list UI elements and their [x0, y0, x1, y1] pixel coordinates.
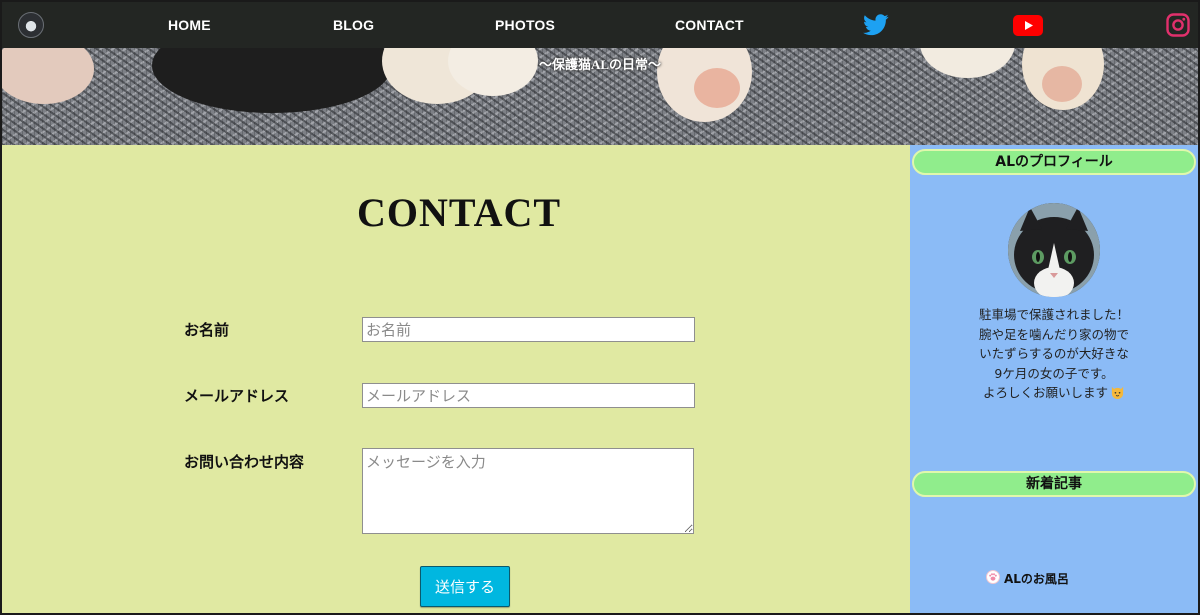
page-title: CONTACT [356, 190, 562, 235]
twitter-icon[interactable] [863, 14, 889, 40]
site-subtitle: 〜保護猫ALの日常〜 [538, 57, 662, 72]
profile-line: 駐車場で保護されました！ [978, 307, 1129, 322]
submit-button[interactable]: 送信する [420, 566, 510, 607]
header-banner-image: 〜保護猫ALの日常〜 [2, 48, 1198, 145]
instagram-icon[interactable] [1166, 13, 1190, 41]
page: HOME BLOG PHOTOS CONTACT 〜保護猫ALの日常〜 CONT… [0, 0, 1200, 615]
nav-photos-link[interactable]: PHOTOS [495, 17, 555, 33]
recent-post-link[interactable]: ALのお風呂 [986, 570, 1069, 587]
message-textarea[interactable] [362, 448, 694, 534]
profile-line: いたずらするのが大好きな [979, 346, 1129, 361]
top-nav: HOME BLOG PHOTOS CONTACT [2, 2, 1198, 48]
email-label: メールアドレス [184, 387, 290, 405]
profile-heading: ALのプロフィール [912, 149, 1196, 175]
profile-line-wrap: よろしくお願いします [910, 383, 1198, 406]
email-input[interactable] [362, 383, 695, 408]
name-label: お名前 [184, 321, 230, 339]
message-label: お問い合わせ内容 [184, 453, 305, 471]
profile-description: 駐車場で保護されました！ 腕や足を噛んだり家の物で いたずらするのが大好きな 9… [910, 305, 1198, 406]
profile-avatar [1008, 203, 1100, 297]
youtube-icon[interactable] [1013, 15, 1043, 40]
nav-home-link[interactable]: HOME [168, 17, 211, 33]
recent-post-title: ALのお風呂 [1004, 572, 1069, 586]
nav-blog-link[interactable]: BLOG [333, 17, 374, 33]
nav-contact-link[interactable]: CONTACT [675, 17, 744, 33]
recent-posts-heading: 新着記事 [912, 471, 1196, 497]
profile-line: よろしくお願いします [982, 385, 1108, 400]
profile-line: 9ケ月の女の子です。 [994, 365, 1114, 381]
cat-paw-image [694, 68, 740, 108]
contact-section: CONTACT お名前 メールアドレス お問い合わせ内容 送信する [2, 145, 910, 613]
profile-line: 腕や足を噛んだり家の物で [978, 326, 1129, 342]
cat-face-icon [1110, 385, 1125, 406]
name-input[interactable] [362, 317, 695, 342]
paw-icon [986, 570, 1000, 587]
logo-avatar-icon[interactable] [18, 12, 44, 38]
sidebar: ALのプロフィール 駐車場で保護されました！ 腕や足を噛んだり家の物で いたずら… [910, 145, 1198, 613]
